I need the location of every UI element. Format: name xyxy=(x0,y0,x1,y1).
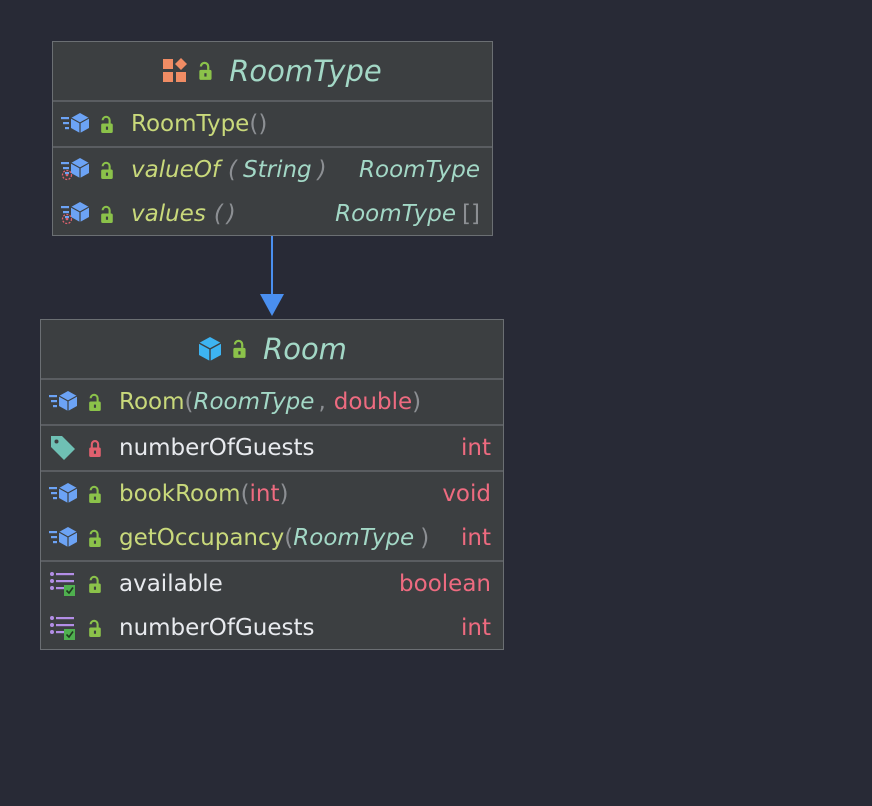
return-type: RoomType xyxy=(359,157,480,183)
property-icon xyxy=(49,615,76,641)
class-box-roomtype[interactable]: RoomType RoomType() valueOf ( String ) R xyxy=(52,41,493,236)
unlocked-icon xyxy=(88,529,102,548)
unlocked-icon xyxy=(232,339,247,359)
methods-section: valueOf ( String ) RoomType values ( ) R… xyxy=(53,148,492,236)
method-icon xyxy=(61,113,90,134)
method-name: values xyxy=(131,201,206,227)
field-row-numberofguests[interactable]: numberOfGuests int xyxy=(41,426,503,470)
property-row-available[interactable]: available boolean xyxy=(41,562,503,606)
static-method-icon xyxy=(61,202,91,226)
unlocked-icon xyxy=(88,619,102,638)
method-row-getoccupancy[interactable]: getOccupancy(RoomType) int xyxy=(41,516,503,560)
unlocked-icon xyxy=(100,161,114,180)
param-type: String xyxy=(243,157,312,183)
class-header: Room xyxy=(41,320,503,380)
method-row-values[interactable]: values ( ) RoomType [] xyxy=(53,192,492,236)
param-type: int xyxy=(249,481,280,507)
unlocked-icon xyxy=(198,61,213,81)
unlocked-icon xyxy=(88,485,102,504)
static-method-icon xyxy=(61,158,91,182)
locked-icon xyxy=(88,439,102,458)
properties-section: available boolean numberOfGuests int xyxy=(41,562,503,650)
unlocked-icon xyxy=(88,393,102,412)
property-name: numberOfGuests xyxy=(119,615,315,641)
constructors-section: RoomType() xyxy=(53,102,492,148)
constructors-section: Room(RoomType, double) xyxy=(41,380,503,426)
property-row-numberofguests[interactable]: numberOfGuests int xyxy=(41,606,503,650)
property-type: int xyxy=(461,615,491,641)
constructor-name: Room xyxy=(119,389,185,415)
constructor-row[interactable]: RoomType() xyxy=(53,102,492,146)
param-type: double xyxy=(333,389,413,415)
array-suffix: [] xyxy=(462,201,480,227)
field-name: numberOfGuests xyxy=(119,435,315,461)
return-type: int xyxy=(461,525,491,551)
constructor-name: RoomType xyxy=(131,111,250,137)
return-type: RoomType xyxy=(335,201,457,227)
method-row-valueof[interactable]: valueOf ( String ) RoomType xyxy=(53,148,492,192)
class-name: Room xyxy=(263,332,347,366)
method-name: bookRoom xyxy=(119,481,241,507)
return-type: void xyxy=(442,481,491,507)
field-type: int xyxy=(461,435,491,461)
unlocked-icon xyxy=(100,205,114,224)
fields-section: numberOfGuests int xyxy=(41,426,503,472)
param-type: RoomType xyxy=(293,525,415,551)
method-icon xyxy=(49,483,78,504)
method-name: valueOf xyxy=(131,157,221,183)
class-box-room[interactable]: Room Room(RoomType, double) numberOfGuest… xyxy=(40,319,504,650)
property-name: available xyxy=(119,571,223,597)
enum-icon xyxy=(163,58,188,82)
method-icon xyxy=(49,527,78,548)
class-name: RoomType xyxy=(229,54,382,88)
param-type: RoomType xyxy=(193,389,315,415)
method-row-bookroom[interactable]: bookRoom(int) void xyxy=(41,472,503,516)
property-icon xyxy=(49,571,76,597)
methods-section: bookRoom(int) void getOccupancy(RoomType… xyxy=(41,472,503,562)
unlocked-icon xyxy=(88,575,102,594)
method-name: getOccupancy xyxy=(119,525,285,551)
class-icon xyxy=(198,336,222,362)
class-header: RoomType xyxy=(53,42,492,102)
field-tag-icon xyxy=(51,436,75,460)
property-type: boolean xyxy=(399,571,491,597)
unlocked-icon xyxy=(100,115,114,134)
constructor-row[interactable]: Room(RoomType, double) xyxy=(41,380,503,424)
method-icon xyxy=(49,391,78,412)
